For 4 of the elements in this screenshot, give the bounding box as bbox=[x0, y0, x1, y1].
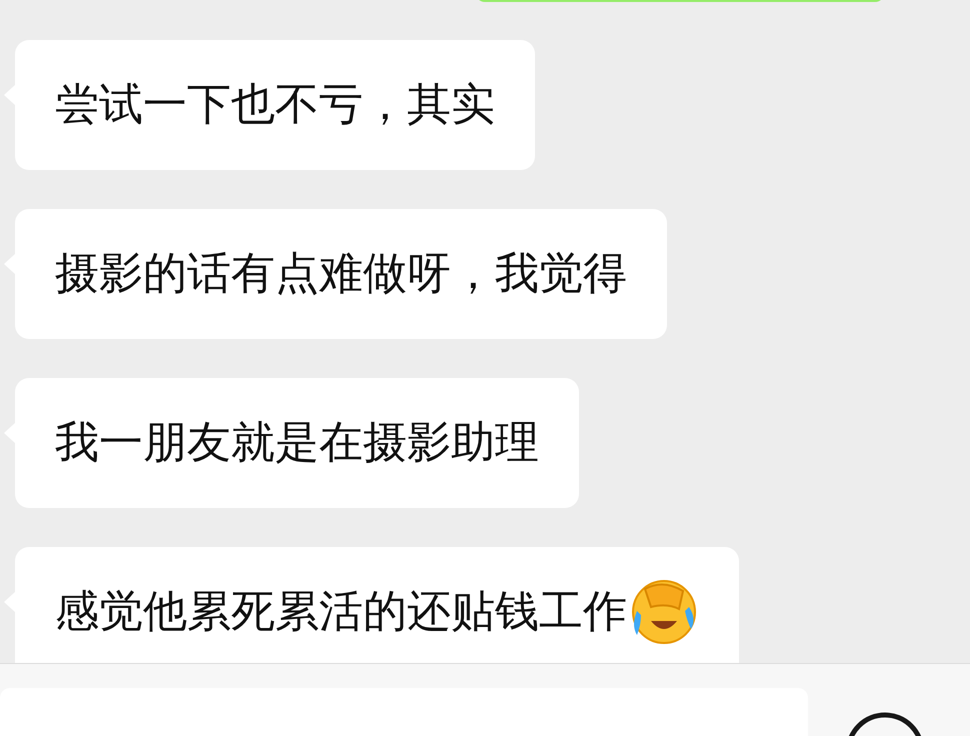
message-text: 我一朋友就是在摄影助理 bbox=[55, 421, 539, 465]
message-text: 摄影的话有点难做呀，我觉得 bbox=[55, 252, 627, 296]
message-text: 尝试一下也不亏，其实 bbox=[55, 83, 495, 127]
message-text: 感觉他累死累活的还贴钱工作 bbox=[55, 590, 627, 634]
